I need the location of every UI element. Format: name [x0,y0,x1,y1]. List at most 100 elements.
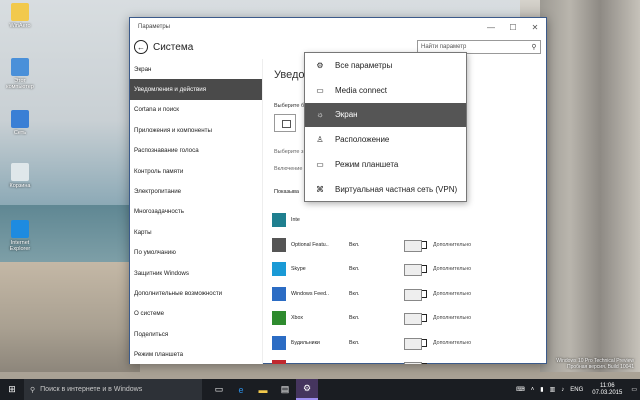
language-indicator[interactable]: ENG [570,387,583,393]
desktop-icon[interactable]: WinAero [5,3,35,29]
desktop-icon-label: Сеть [13,130,27,136]
sidebar-item[interactable]: Дополнительные возможности [130,283,262,303]
advanced-link[interactable]: Дополнительно [433,291,471,297]
settings-icon[interactable]: ⚙ [296,379,318,400]
display-icon: ☼ [316,110,324,120]
section-subtitle-2: Выберите з [274,149,304,155]
dropdown-item[interactable]: ▭ Media connect [305,78,466,103]
section-title: Уведо [274,69,305,81]
desktop-icon[interactable]: Сеть [5,110,35,136]
sidebar-item[interactable]: О системе [130,304,262,324]
search-icon: ⚲ [30,386,36,394]
notification-toggle[interactable] [404,264,427,276]
notification-toggle[interactable] [404,313,427,325]
app-state-label: Вкл. [349,339,360,346]
dropdown-item-label: Режим планшета [335,160,399,170]
file-explorer-icon[interactable]: ▬ [252,379,274,400]
sidebar-item[interactable]: Режим планшета [130,344,262,364]
store-icon[interactable]: ▤ [274,379,296,400]
network-icon [11,110,29,128]
keyboard-icon[interactable]: ⌨ [516,386,525,393]
alarm-icon [272,335,286,350]
sidebar-item[interactable]: Приложения и компоненты [130,120,262,140]
sidebar-item[interactable]: Уведомления и действия [130,79,262,100]
computer-icon [11,58,29,76]
sidebar-item[interactable]: Поделиться [130,324,262,344]
dropdown-item[interactable]: ♙ Расположение [305,127,466,152]
close-button[interactable]: ✕ [524,18,546,36]
app-notification-row: Будильники Вкл. Дополнительно [272,332,542,354]
dropdown-item[interactable]: ☼ Экран [305,102,466,128]
window-title: Параметры [138,24,170,30]
recycle-bin-icon [11,163,29,181]
sidebar-item[interactable]: Распознавание голоса [130,141,262,161]
volume-icon[interactable]: ♪ [561,387,564,393]
optional-features-icon [272,237,286,252]
back-arrow-icon[interactable]: ← [134,40,148,54]
task-view-icon[interactable]: ▭ [208,379,230,400]
app-name: Xbox [291,315,304,321]
notification-toggle[interactable] [404,288,427,301]
advanced-link[interactable]: Дополнительно [433,340,471,346]
title-bar: Параметры — ☐ ✕ [130,18,546,36]
notification-toggle[interactable] [404,239,427,252]
search-dropdown: ⚙ Все параметры ▭ Media connect ☼ Экран ♙ Распо… [304,52,467,202]
app-notification-row: Xbox Вкл. Дополнительно [272,307,542,329]
maximize-button[interactable]: ☐ [502,18,524,36]
app-state-label: Вкл. [349,315,360,321]
minimize-button[interactable]: — [480,18,502,36]
app-state-label: Вкл. [349,266,360,272]
sidebar-item[interactable]: Электропитание [130,181,262,201]
notification-toggle[interactable] [404,337,427,350]
app-notification-row: ВидеоВкл.Дополнительно [272,356,542,364]
desktop-icon[interactable]: Корзина [5,163,35,189]
desktop-icon-label: Этот компьютер [6,78,34,90]
network-icon[interactable]: ▥ [550,386,556,393]
section-subtitle: Выберите б [274,103,305,109]
desktop-icon-label: Internet Explorer [9,240,31,252]
sidebar-item[interactable]: Многозадачность [130,202,262,222]
clock[interactable]: 11:06 07.03.2015 [592,383,622,397]
desktop-icon[interactable]: Internet Explorer [5,220,35,252]
app-state-label: Вкл. [349,241,360,248]
desktop-icon[interactable]: Этот компьютер [5,58,35,90]
sidebar-item[interactable]: Экран [130,59,262,79]
show-label: Показыва [274,189,299,195]
app-name: Inte [291,217,300,223]
taskbar-search[interactable]: ⚲ Поиск в интернете и в Windows [24,379,202,400]
search-icon: ⚲ [531,44,537,51]
skype-icon [272,262,286,276]
ie-icon [11,220,29,238]
gear-icon: ⚙ [316,60,324,70]
dropdown-item-label: Виртуальная частная сеть (VPN) [335,184,458,194]
quick-action-tile[interactable] [274,114,296,132]
app-name: Optional Featu... [291,241,329,248]
sidebar-item[interactable]: По умолчанию [130,243,262,263]
battery-icon[interactable]: ▮ [540,386,543,393]
app-notification-row: Optional Featu... Вкл. Дополнительно [272,234,542,256]
app-notification-row: Inte [272,209,542,231]
advanced-link[interactable]: Дополнительно [433,242,471,248]
dropdown-item[interactable]: ⌘ Виртуальная частная сеть (VPN) [305,177,466,202]
desktop-icon-label: Корзина [9,183,31,189]
sidebar-item[interactable]: Защитник Windows [130,263,262,283]
sidebar-item[interactable]: Карты [130,222,262,242]
xbox-icon [272,311,286,325]
dropdown-item[interactable]: ⚙ Все параметры [305,53,466,78]
advanced-link[interactable]: Дополнительно [433,315,471,321]
notification-toggle[interactable] [404,362,427,364]
start-button[interactable]: ⊞ [0,379,24,400]
ie-icon[interactable]: e [230,379,252,400]
sidebar-item[interactable]: Контроль памяти [130,161,262,181]
app-name: Будильники [291,339,320,346]
notifications-icon[interactable]: ▭ [631,386,637,393]
app-notification-row: Windows Feed... Вкл. Дополнительно [272,283,542,305]
watermark-line: Пробная версия. Build 10041 [566,364,634,370]
chevron-up-icon[interactable]: ˄ [531,387,535,393]
advanced-link[interactable]: Дополнительно [433,266,471,272]
app-state-label: Вкл. [349,290,360,297]
dropdown-item[interactable]: ▭ Режим планшета [305,152,466,177]
dropdown-item-label: Расположение [335,135,390,145]
desktop-icon-label: WinAero [9,23,31,29]
sidebar-item[interactable]: Cortana и поиск [130,100,262,120]
